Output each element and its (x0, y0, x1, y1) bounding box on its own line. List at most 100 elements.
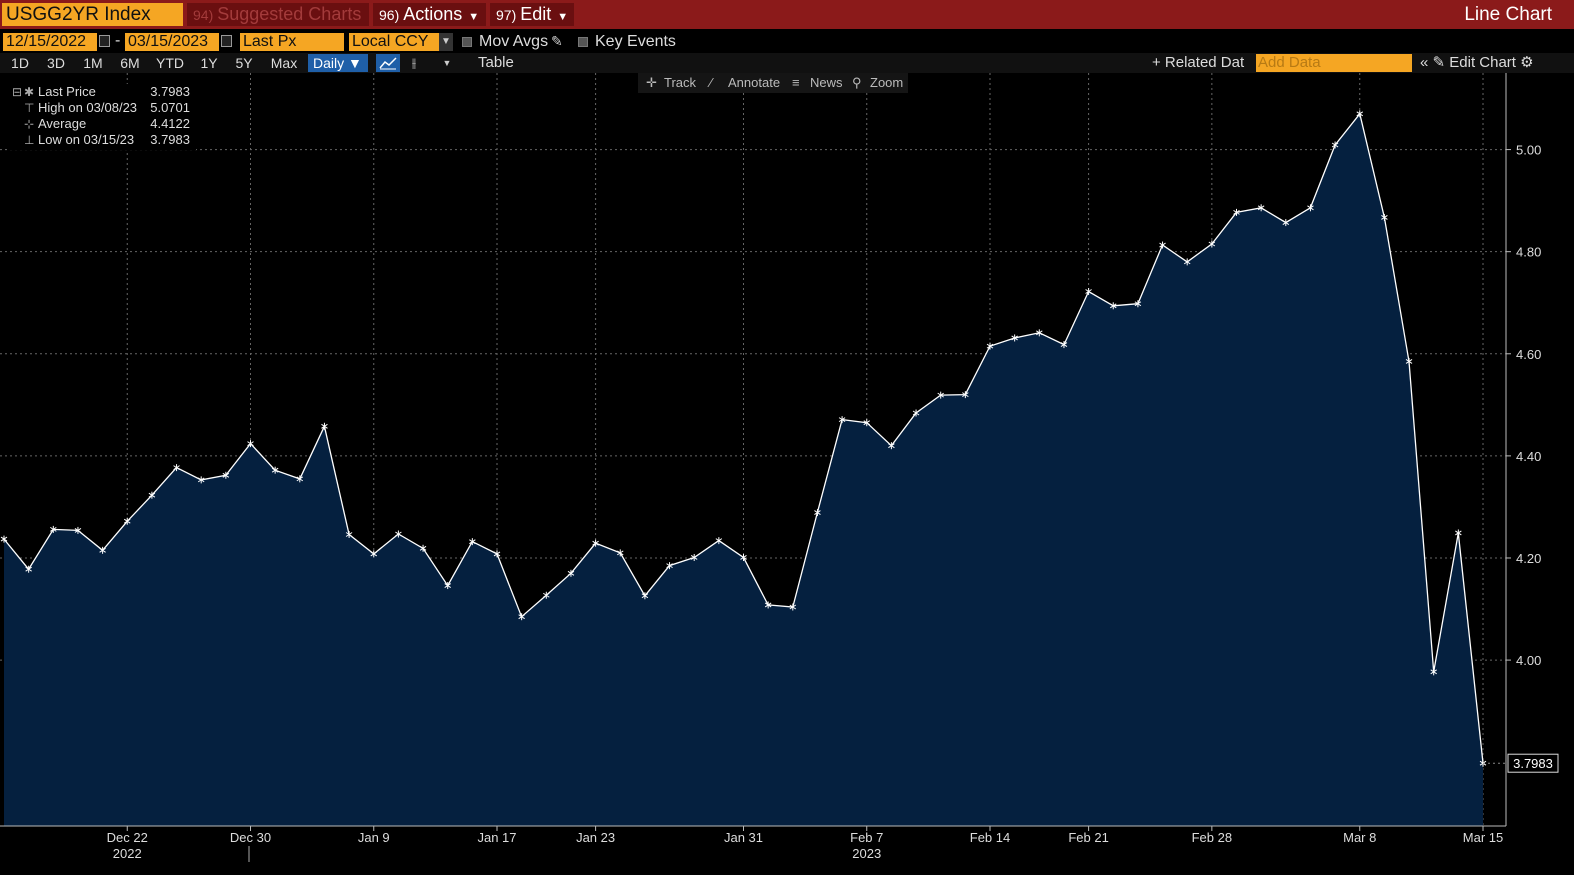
x-tick-year-label: 2022 (113, 846, 142, 861)
end-date-input[interactable]: 03/15/2023 (125, 33, 219, 51)
table-button[interactable]: Table (478, 54, 514, 72)
news-icon: ≡ (792, 75, 800, 90)
legend-low: ⊥ Low on 03/15/23 3.7983 (10, 132, 196, 148)
x-tick-label: Dec 30 (230, 830, 271, 845)
caret-down-icon: ▼ (557, 11, 569, 23)
news-button[interactable]: News (810, 73, 843, 93)
x-tick-label: Feb 28 (1192, 830, 1232, 845)
suggested-charts-button[interactable]: 94) Suggested Charts (187, 3, 369, 26)
legend-last-label: Last Price (38, 84, 96, 99)
key-events-checkbox[interactable] (578, 37, 588, 47)
double-chevron-left-icon[interactable]: « (1420, 54, 1428, 71)
period-1m-button[interactable]: 1M (76, 54, 110, 72)
legend-high: ⊤ High on 03/08/23 5.0701 (10, 100, 196, 116)
data-point (321, 422, 328, 430)
line-chart: 4.004.204.404.604.805.003.7983 Dec 22202… (0, 73, 1559, 862)
mov-avgs-label: Mov Avgs (479, 33, 549, 50)
x-tick-label: Feb 7 (850, 830, 883, 845)
y-tick-label: 4.20 (1516, 551, 1541, 566)
collapse-icon[interactable]: ⊟ (12, 84, 22, 100)
magnifier-icon: ⚲ (852, 75, 862, 90)
period-3d-button[interactable]: 3D (40, 54, 72, 72)
legend-average: ⊹ Average 4.4122 (10, 116, 196, 132)
edit-chart-button[interactable]: « ✎ Edit Chart ⚙ (1420, 54, 1534, 72)
key-events-label: Key Events (595, 33, 676, 50)
average-marker-icon: ⊹ (24, 117, 35, 131)
legend-avg-label: Average (38, 116, 87, 131)
calendar-icon[interactable] (221, 35, 232, 47)
low-marker-icon: ⊥ (24, 133, 35, 147)
y-tick-label: 4.80 (1516, 245, 1541, 260)
period-ytd-button[interactable]: YTD (151, 54, 189, 72)
x-tick-label: Jan 23 (576, 830, 615, 845)
ticker-field[interactable]: USGG2YR Index (2, 3, 183, 26)
pencil-icon: ✎ (1432, 54, 1446, 71)
top-toolbar: USGG2YR Index 94) Suggested Charts 96) Act… (0, 0, 1574, 29)
x-tick-label: Mar 15 (1463, 830, 1503, 845)
data-point (1455, 529, 1462, 537)
x-tick-label: Jan 17 (477, 830, 516, 845)
date-separator: - (115, 32, 121, 49)
chevron-down-icon[interactable]: ▼ (439, 33, 453, 51)
track-button[interactable]: Track (664, 73, 696, 93)
y-tick-label: 4.60 (1516, 347, 1541, 362)
related-data-button[interactable]: + Related Dat (1152, 54, 1244, 72)
x-tick-label: Feb 21 (1068, 830, 1108, 845)
x-tick-label: Jan 31 (724, 830, 763, 845)
legend-high-label: High on 03/08/23 (38, 100, 138, 115)
y-tick-label: 4.40 (1516, 449, 1541, 464)
actions-number: 96) (379, 7, 400, 23)
date-range-row: 12/15/2022 - 03/15/2023 Last Px Local CC… (0, 32, 1574, 52)
pencil-icon[interactable]: ✎ (551, 33, 563, 50)
x-axis: Dec 222022 Dec 30 Jan 9 Jan 17 Jan 23 Jan 31 F… (0, 825, 1506, 862)
gear-icon[interactable]: ⚙ (1520, 54, 1533, 71)
x-tick-year-label: 2023 (852, 846, 881, 861)
x-tick-label: Feb 14 (970, 830, 1010, 845)
mov-avgs-checkbox[interactable] (462, 37, 472, 47)
legend-last-value: 3.7983 (150, 84, 190, 99)
legend-high-value: 5.0701 (150, 100, 190, 115)
chart-type-title: Line Chart (1464, 4, 1552, 25)
price-field-select[interactable]: Last Px (240, 33, 344, 51)
legend-avg-value: 4.4122 (150, 116, 190, 131)
edit-number: 97) (496, 7, 517, 23)
edit-menu-button[interactable]: 97) Edit ▼ (490, 3, 574, 26)
add-data-input[interactable]: Add Data (1256, 54, 1412, 72)
edit-label: Edit (520, 4, 552, 24)
x-tick-label: Dec 22 (107, 830, 148, 845)
calendar-icon[interactable] (99, 35, 110, 47)
chart-legend: ⊟ ✱ Last Price 3.7983 ⊤ High on 03/08/23… (10, 84, 196, 150)
actions-label: Actions (403, 4, 463, 24)
annotate-button[interactable]: Annotate (728, 73, 780, 93)
zoom-button[interactable]: Zoom (870, 73, 903, 93)
period-max-button[interactable]: Max (264, 54, 304, 72)
period-1y-button[interactable]: 1Y (193, 54, 225, 72)
legend-low-value: 3.7983 (150, 132, 190, 147)
suggested-charts-label: Suggested Charts (217, 4, 362, 24)
frequency-label: Daily (313, 55, 345, 71)
currency-select[interactable]: Local CCY (349, 33, 439, 51)
pencil-icon: ⁄ (710, 75, 713, 90)
edit-chart-label: Edit Chart (1449, 54, 1516, 71)
y-tick-label: 4.00 (1516, 653, 1541, 668)
suggested-charts-number: 94) (193, 7, 214, 23)
period-5y-button[interactable]: 5Y (228, 54, 260, 72)
chevron-down-icon[interactable]: ▼ (437, 54, 457, 72)
frequency-select[interactable]: Daily ▼ (308, 54, 368, 72)
actions-menu-button[interactable]: 96) Actions ▼ (373, 3, 486, 26)
period-row: 1D 3D 1M 6M YTD 1Y 5Y Max Daily ▼ ⫲ ▼ Ta… (0, 53, 1574, 73)
caret-down-icon: ▼ (348, 55, 362, 71)
x-tick-label: Mar 8 (1343, 830, 1376, 845)
start-date-input[interactable]: 12/15/2022 (3, 33, 97, 51)
crosshair-icon: ✛ (646, 75, 657, 90)
asterisk-icon: ✱ (24, 85, 35, 99)
period-1d-button[interactable]: 1D (4, 54, 36, 72)
line-chart-icon[interactable] (376, 54, 400, 72)
high-marker-icon: ⊤ (24, 101, 35, 115)
candlestick-icon[interactable]: ⫲ (404, 54, 424, 72)
y-axis: 4.00 4.20 4.40 4.60 4.80 5.00 3.7983 (1483, 73, 1559, 826)
legend-last-price: ⊟ ✱ Last Price 3.7983 (10, 84, 196, 100)
x-tick-label: Jan 9 (358, 830, 390, 845)
last-value-label: 3.7983 (1513, 756, 1553, 771)
period-6m-button[interactable]: 6M (113, 54, 147, 72)
